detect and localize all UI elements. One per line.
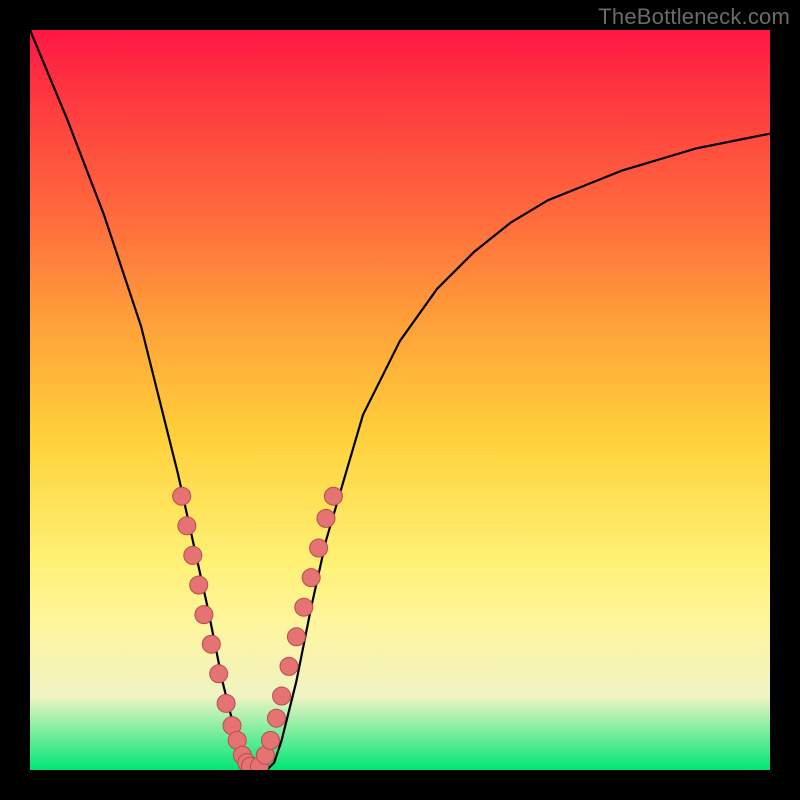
data-marker	[262, 731, 280, 749]
data-marker	[195, 606, 213, 624]
data-marker	[280, 657, 298, 675]
data-marker	[310, 539, 328, 557]
data-marker	[190, 576, 208, 594]
watermark-label: TheBottleneck.com	[598, 4, 790, 30]
data-marker	[295, 598, 313, 616]
data-marker	[273, 687, 291, 705]
plot-area	[30, 30, 770, 770]
bottleneck-curve	[30, 30, 770, 770]
data-marker	[210, 665, 228, 683]
data-marker	[317, 509, 335, 527]
bottleneck-curve-path	[30, 30, 770, 770]
data-marker	[324, 487, 342, 505]
data-marker	[267, 709, 285, 727]
data-marker	[302, 569, 320, 587]
data-marker	[202, 635, 220, 653]
data-marker	[287, 628, 305, 646]
data-marker	[173, 487, 191, 505]
data-marker	[217, 694, 235, 712]
data-marker	[184, 546, 202, 564]
data-marker	[178, 517, 196, 535]
